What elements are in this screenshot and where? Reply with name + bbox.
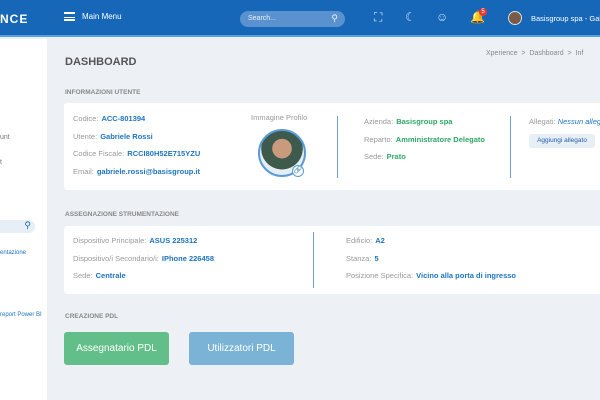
field-sede: Sede: Prato [364,152,406,161]
search-icon[interactable]: ⚲ [331,13,338,24]
main-menu-button[interactable]: Main Menu [64,12,122,21]
field-codice-fiscale: Codice Fiscale: RCCI80H52E715YZU [73,149,201,158]
sidebar-item-2[interactable]: t [0,159,2,166]
breadcrumb-sep: > [567,50,572,57]
sidebar-item-account[interactable]: unt [0,134,10,141]
field-edificio: Edificio: A2 [346,236,385,245]
utilizzatori-pdl-button[interactable]: Utilizzatori PDL [189,332,294,365]
divider [337,116,338,178]
breadcrumb-dashboard[interactable]: Dashboard [529,50,563,57]
sidebar-item-report-power-bi[interactable]: report Power BI [0,312,42,318]
section-pdl: CREAZIONE PDL [65,313,119,320]
logo[interactable]: NCE [0,12,28,26]
assegnatario-pdl-button[interactable]: Assegnatario PDL [64,332,169,365]
field-posizione: Posizione Specifica: Vicino alla porta di… [346,271,517,280]
field-reparto: Reparto: Amministratore Delegato [364,135,485,144]
field-codice: Codice: ACC-801394 [73,114,146,123]
accessibility-icon[interactable]: ☺ [436,10,448,24]
notification-badge: 5 [479,8,487,16]
sidebar: unt t ⚲ entazione report Power BI [0,39,47,400]
breadcrumb: Xperience > Dashboard > Inf [486,50,583,57]
search-placeholder: Search... [248,15,277,22]
search-icon: ⚲ [24,220,31,230]
edit-photo-link-icon[interactable]: 🔗 [292,165,304,177]
field-sede: Sede: Centrale [73,271,126,280]
field-allegati: Allegati:Nessun allegato [529,117,600,126]
sidebar-item-strumentazione[interactable]: entazione [0,250,26,256]
fullscreen-icon[interactable]: ⛶ [374,10,382,25]
field-azienda: Azienda: Basisgroup spa [364,117,453,126]
sidebar-search[interactable]: ⚲ [0,220,35,233]
breadcrumb-xperience[interactable]: Xperience [486,50,518,57]
dark-mode-moon-icon[interactable]: ☾ [405,10,416,24]
divider [510,116,511,178]
avatar[interactable] [508,11,522,25]
page-title: DASHBOARD [65,56,137,68]
hamburger-icon [64,12,75,21]
field-device-secondary: Dispositivo/i Secondario/i: IPhone 226458 [73,254,214,263]
divider [313,232,314,288]
add-attachment-button[interactable]: Aggiungi allegato [529,134,595,148]
top-header: NCE Main Menu Search... ⚲ ⛶ ☾ ☺ 🔔 5 Basis… [0,0,600,37]
field-utente: Utente: Gabriele Rossi [73,132,153,141]
photo-label: Immagine Profilo [251,113,308,122]
search-input[interactable]: Search... ⚲ [240,11,345,27]
section-equipment: ASSEGNAZIONE STRUMENTAZIONE [65,211,179,218]
user-name[interactable]: Basisgroup spa - Gab [531,14,600,23]
field-email: Email: gabriele.rossi@basisgroup.it [73,167,201,176]
breadcrumb-current: Inf [575,50,584,57]
main-menu-label: Main Menu [82,12,122,21]
section-user-info: INFORMAZIONI UTENTE [65,89,141,96]
field-device-main: Dispositivo Principale: ASUS 225312 [73,236,198,245]
field-stanza: Stanza: 5 [346,254,379,263]
breadcrumb-sep: > [521,50,526,57]
